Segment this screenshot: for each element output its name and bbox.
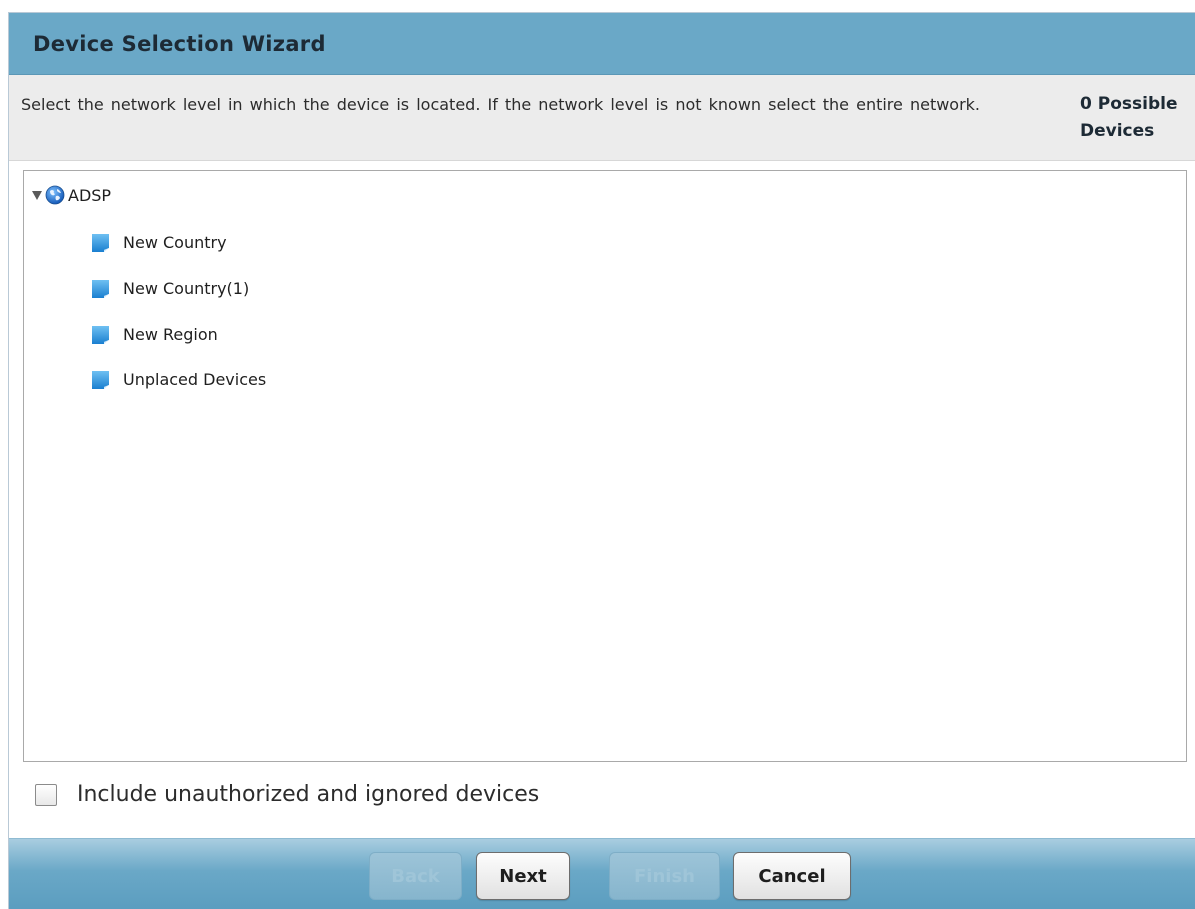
tree-node-label: Unplaced Devices [123, 369, 267, 389]
include-unauthorized-label[interactable]: Include unauthorized and ignored devices [77, 782, 539, 807]
tree-node-label: New Country(1) [123, 278, 250, 298]
device-selection-wizard-dialog: Device Selection Wizard Select the netwo… [8, 12, 1195, 909]
include-unauthorized-checkbox[interactable] [35, 783, 57, 806]
instructions-panel: Select the network level in which the de… [9, 75, 1195, 161]
tree-node-label: ADSP [68, 185, 112, 205]
folder-icon [92, 280, 109, 298]
tree-node-new-country[interactable]: New Country [90, 227, 227, 257]
instructions-text: Select the network level in which the de… [21, 95, 981, 114]
folder-icon [92, 326, 109, 344]
back-button[interactable]: Back [369, 852, 462, 900]
tree-node-adsp[interactable]: ADSP [32, 180, 111, 210]
expand-arrow-icon[interactable] [32, 190, 42, 200]
include-unauthorized-option[interactable]: Include unauthorized and ignored devices [35, 782, 539, 807]
tree-node-new-country-1[interactable]: New Country(1) [90, 273, 249, 303]
tree-node-label: New Region [123, 324, 218, 344]
possible-devices-count: 0 Possible Devices [1080, 94, 1178, 141]
tree-node-label: New Country [123, 232, 227, 252]
next-button[interactable]: Next [476, 852, 570, 900]
tree-node-new-region[interactable]: New Region [90, 319, 218, 349]
wizard-button-bar: Back Next Finish Cancel [9, 838, 1195, 909]
folder-icon [92, 371, 109, 389]
folder-icon [92, 234, 109, 252]
dialog-title: Device Selection Wizard [33, 31, 326, 56]
network-tree[interactable]: ADSP New Country New Country(1) New Regi… [23, 170, 1187, 762]
globe-icon [45, 185, 65, 205]
tree-node-unplaced-devices[interactable]: Unplaced Devices [90, 364, 266, 394]
cancel-button[interactable]: Cancel [733, 852, 851, 900]
title-bar: Device Selection Wizard [9, 13, 1195, 75]
finish-button[interactable]: Finish [609, 852, 720, 900]
